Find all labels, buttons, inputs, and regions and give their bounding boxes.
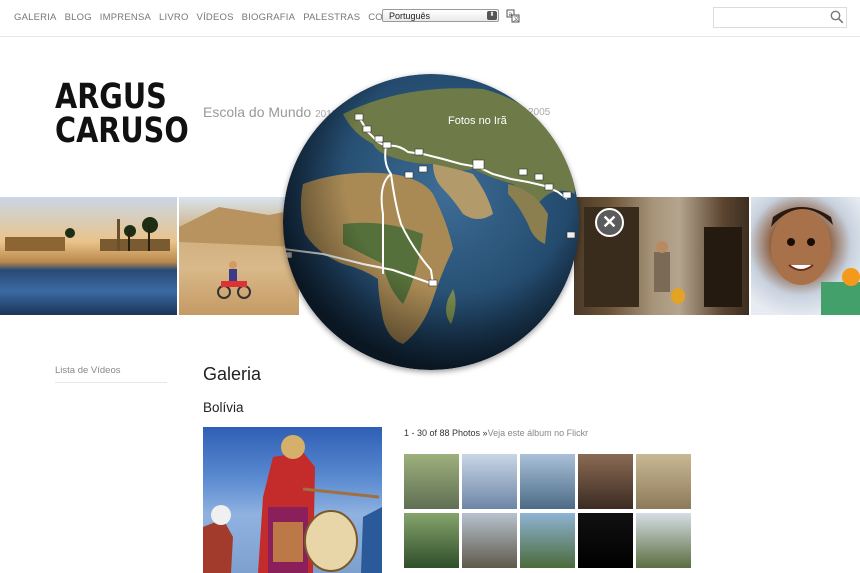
main-nav: GALERIA BLOG IMPRENSA LIVRO VÍDEOS BIOGRAFIA P… [14,12,415,23]
globe-label: Fotos no Irã [448,115,508,127]
strip-photo-desert-bikes[interactable] [179,197,299,315]
photo-thumbnail[interactable] [404,513,459,568]
page-title: Galeria [203,364,262,384]
photo-thumbnail[interactable] [520,454,575,509]
strip-photo-temple[interactable] [0,197,177,315]
photo-thumbnail[interactable] [636,454,691,509]
translate-icon[interactable]: a文 [506,9,520,23]
nav-item-2[interactable]: IMPRENSA [100,12,151,23]
album-title: Bolívia [203,400,244,415]
tagline: Escola do Mundo 2010 [203,104,337,120]
nav-item-5[interactable]: BIOGRAFIA [242,12,296,23]
svg-text:文: 文 [513,15,519,23]
language-select-value: Português [389,11,431,21]
photo-temple-art [5,217,170,251]
photo-thumbnail[interactable] [578,513,633,568]
photo-count-text: 1 - 30 of 88 Photos » [404,428,488,438]
nav-item-1[interactable]: BLOG [65,12,92,23]
close-button[interactable]: ✕ [595,208,624,237]
language-select[interactable]: Português ⬍ [382,9,499,22]
travel-globe[interactable]: Fotos no Irã [283,74,579,370]
thumbnail-grid [404,454,694,568]
photo-thumbnail[interactable] [462,454,517,509]
photo-thumbnail[interactable] [462,513,517,568]
nav-item-4[interactable]: VÍDEOS [197,12,234,23]
sidebar-videos-link[interactable]: Lista de Vídeos [55,365,167,383]
photo-thumbnail[interactable] [636,513,691,568]
chevron-updown-icon: ⬍ [487,11,497,20]
nav-item-3[interactable]: LIVRO [159,12,189,23]
photo-thumbnail[interactable] [520,513,575,568]
nav-item-0[interactable]: GALERIA [14,12,57,23]
cover-photo-art [203,435,382,573]
close-icon: ✕ [601,212,618,232]
search-icon[interactable] [830,10,844,24]
photo-desert-art [179,207,299,299]
album-cover-photo[interactable] [203,427,382,573]
logo-line-1: ARGUS [55,77,167,117]
nav-item-6[interactable]: PALESTRAS [303,12,360,23]
strip-photo-child[interactable] [751,197,860,315]
search-input[interactable] [713,7,847,28]
photo-thumbnail[interactable] [578,454,633,509]
photo-count: 1 - 30 of 88 Photos »Veja este álbum no … [404,428,588,438]
photo-thumbnail[interactable] [404,454,459,509]
photo-child-art [771,207,860,315]
tagline-text: Escola do Mundo [203,104,312,120]
logo-line-2: CARUSO [55,111,189,151]
site-logo[interactable]: ARGUS CARUSO [55,77,189,151]
top-bar: GALERIA BLOG IMPRENSA LIVRO VÍDEOS BIOGRAFIA P… [0,0,860,37]
flickr-link[interactable]: Veja este álbum no Flickr [488,428,589,438]
globe-map: Fotos no Irã [283,74,579,370]
